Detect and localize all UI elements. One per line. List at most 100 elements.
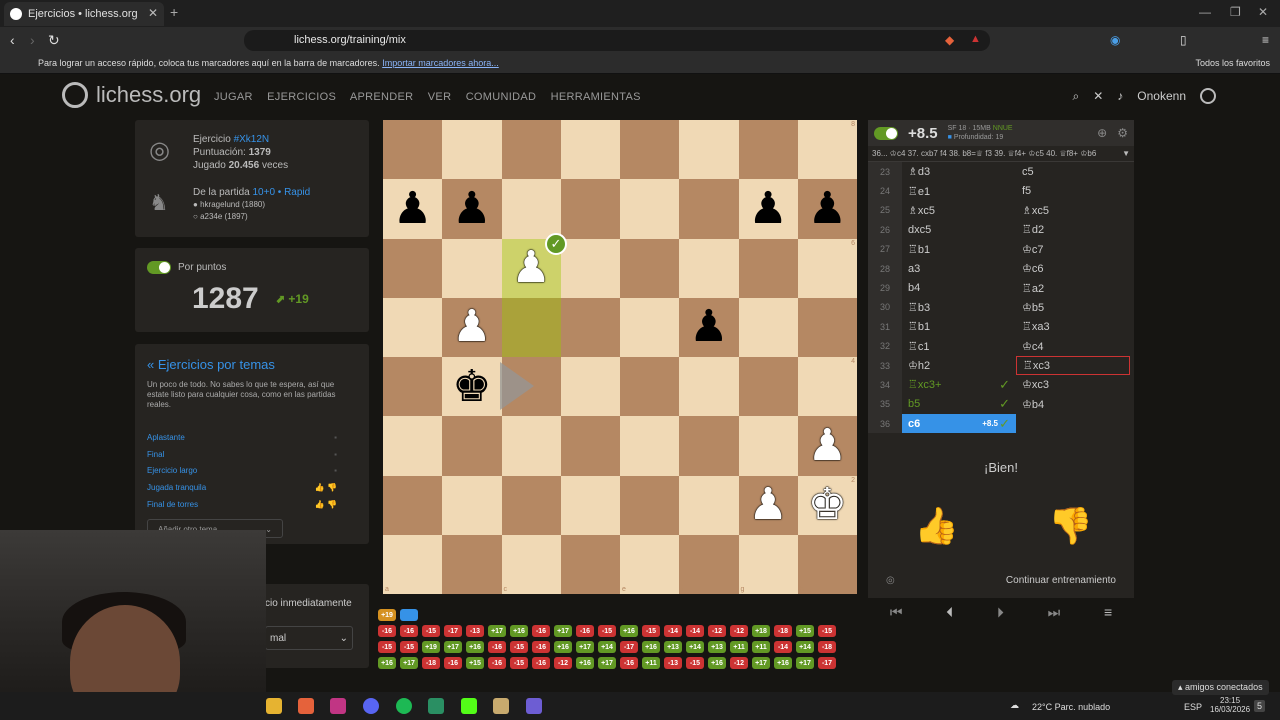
sidebar-icon[interactable]: ▯ [1180,33,1187,47]
white-move[interactable]: ♖e1 [902,181,1016,200]
square-e3[interactable] [620,416,680,476]
square-f5[interactable]: ♟ [679,297,739,357]
square-g1[interactable]: g [738,534,798,594]
square-e6[interactable] [620,238,680,298]
history-chip[interactable]: +19 [378,609,396,621]
minimize-icon[interactable]: — [1199,5,1211,19]
white-pawn-piece[interactable]: ♟ [511,246,550,290]
history-chip[interactable]: -18 [422,657,440,669]
square-g3[interactable] [738,416,798,476]
white-move[interactable]: b5 ✓ [902,395,1016,414]
kick-icon[interactable] [461,698,477,714]
history-chip-current[interactable] [400,609,418,621]
history-chip[interactable]: -16 [378,625,396,637]
theme-crushing[interactable]: Aplastante ▪ [147,430,337,447]
square-g6[interactable] [738,238,798,298]
history-chip[interactable]: -16 [444,657,462,669]
history-chip[interactable]: -15 [378,641,396,653]
thumbs-icons[interactable]: 👍 👎 [315,480,337,497]
square-f3[interactable] [679,416,739,476]
square-c5[interactable] [501,297,561,357]
browser-tab[interactable]: Ejercicios • lichess.org ✕ [4,2,164,26]
history-chip[interactable]: +13 [664,641,682,653]
square-f2[interactable] [679,475,739,535]
black-move[interactable] [1016,414,1130,433]
friends-connected[interactable]: ▴ amigos conectados [1172,680,1269,695]
square-h6[interactable]: 6 [797,238,857,298]
black-pawn-piece[interactable]: ♟ [748,186,787,231]
spotify-icon[interactable] [396,698,412,714]
theme-endgame[interactable]: Final ▪ [147,447,337,464]
search-icon[interactable]: ⌕ [1073,89,1080,104]
square-b8[interactable] [442,120,502,180]
square-c7[interactable] [501,179,561,239]
close-tab-icon[interactable]: ✕ [148,6,158,20]
history-chip[interactable]: -16 [532,657,550,669]
square-c2[interactable] [501,475,561,535]
theme-rook-endgame[interactable]: Final de torres 👍 👎 [147,497,337,514]
continue-training-link[interactable]: Continuar entrenamiento [868,575,1134,586]
square-h3[interactable]: ♟ 3 [797,416,857,476]
white-king-piece[interactable]: ♚ [808,483,847,527]
history-chip[interactable]: -12 [730,625,748,637]
square-e7[interactable] [620,179,680,239]
notifications-badge[interactable]: 5 [1254,700,1266,712]
discord-icon[interactable] [363,698,379,714]
url-field[interactable]: lichess.org/training/mix [244,30,990,51]
square-a5[interactable] [383,297,443,357]
square-c8[interactable] [501,120,561,180]
square-e5[interactable] [620,297,680,357]
history-chip[interactable]: -16 [532,641,550,653]
username[interactable]: Onokenn [1137,89,1186,103]
square-a8[interactable] [383,120,443,180]
history-chip[interactable]: +15 [466,657,484,669]
white-pawn-piece[interactable]: ♟ [452,305,491,349]
history-chip[interactable]: +15 [796,625,814,637]
black-move[interactable]: ♗xc5 [1016,201,1130,220]
history-chip[interactable]: -15 [510,641,528,653]
square-e1[interactable]: e [620,534,680,594]
white-move[interactable]: c6 +8.5 ✓ [902,414,1016,434]
history-chip[interactable]: +14 [796,641,814,653]
black-move[interactable]: ♖xa3 [1016,317,1130,336]
square-h1[interactable]: 1h [797,534,857,594]
instagram-icon[interactable] [330,698,346,714]
square-a2[interactable] [383,475,443,535]
square-d3[interactable] [560,416,620,476]
app-icon[interactable] [428,698,444,714]
square-h5[interactable]: 5 [797,297,857,357]
history-chip[interactable]: +16 [576,657,594,669]
white-move[interactable]: ♖b3 [902,298,1016,317]
puzzle-id-link[interactable]: #Xk12N [234,134,270,145]
history-chip[interactable]: -16 [400,625,418,637]
nav-puzzles[interactable]: EJERCICIOS [267,91,336,103]
square-d6[interactable] [560,238,620,298]
history-chip[interactable]: +17 [400,657,418,669]
square-f4[interactable] [679,357,739,417]
language[interactable]: ESP [1184,702,1202,712]
white-move[interactable]: dxc5 [902,220,1016,239]
black-king-piece[interactable]: ♚ [452,364,491,409]
last-move-icon[interactable]: ⏭ [1048,604,1061,621]
history-chip[interactable]: +11 [752,641,770,653]
square-d4[interactable] [560,357,620,417]
square-d7[interactable] [560,179,620,239]
square-b2[interactable] [442,475,502,535]
square-a3[interactable] [383,416,443,476]
history-chip[interactable]: -15 [510,657,528,669]
history-chip[interactable]: -12 [554,657,572,669]
nav-play[interactable]: JUGAR [214,91,253,103]
menu-icon[interactable]: ≡ [1262,33,1269,47]
square-e4[interactable] [620,357,680,417]
black-move[interactable]: c5 [1016,162,1130,181]
brave-taskbar-icon[interactable] [298,698,314,714]
square-a4[interactable] [383,357,443,417]
square-g2[interactable]: ♟ [738,475,798,535]
history-chip[interactable]: +16 [510,625,528,637]
history-chip[interactable]: -12 [708,625,726,637]
game-link[interactable]: 10+0 • Rapid [252,187,310,198]
file-explorer-icon[interactable] [266,698,282,714]
history-chip[interactable]: -18 [818,641,836,653]
chess-board[interactable]: 8 ♟ ♟ ♟ ♟ 7 ♟ 6 ♟ ♟ 5 ♚ 4 ♟ 3 ♟ ♚ 2 a b c d e f g 1 h [383,120,857,594]
black-pawn-piece[interactable]: ♟ [393,186,432,231]
